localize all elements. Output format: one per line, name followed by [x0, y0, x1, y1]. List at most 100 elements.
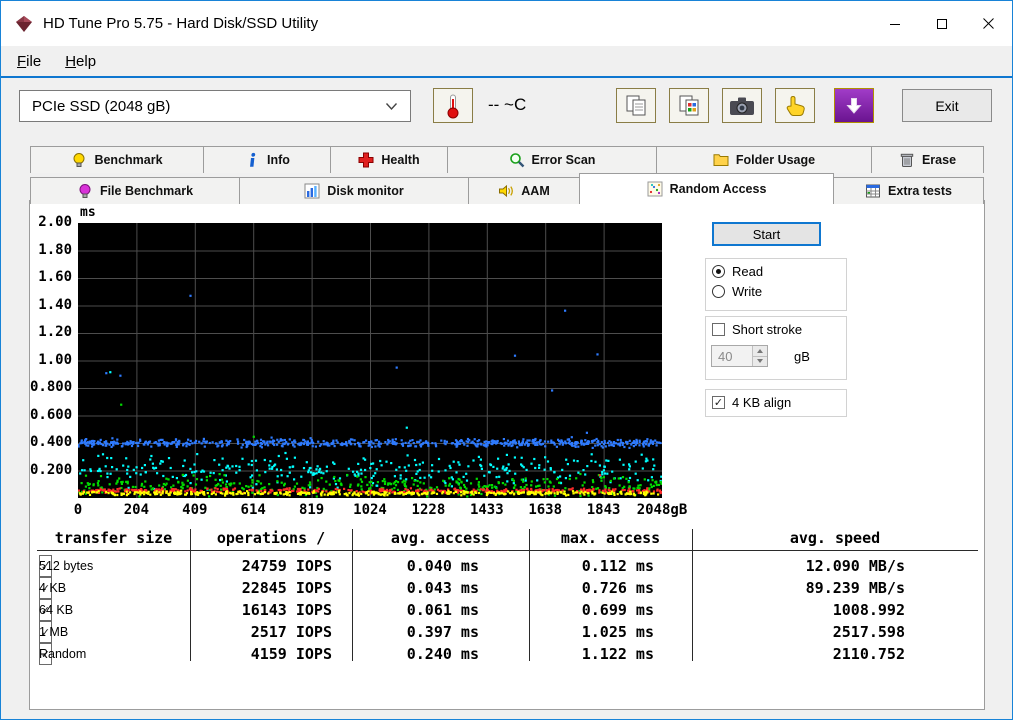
minimize-button[interactable] — [871, 1, 918, 46]
minimize-icon — [889, 18, 901, 30]
align-checkbox[interactable]: 4 KB align — [712, 395, 846, 410]
trash-icon — [899, 152, 915, 168]
x-tick-label: 2048gB — [627, 502, 697, 518]
stroke-size-up-button[interactable] — [753, 346, 767, 356]
row-head: 64 KB — [37, 599, 190, 621]
menu-file[interactable]: File — [5, 50, 53, 73]
menu-help[interactable]: Help — [53, 50, 108, 73]
tab-random-access[interactable]: Random Access — [579, 173, 834, 204]
bar-chart-icon — [304, 183, 320, 199]
maximize-button[interactable] — [918, 1, 965, 46]
tab-label: Extra tests — [888, 184, 952, 198]
iops-value: 2517 IOPS — [190, 621, 352, 643]
drive-select-value: PCIe SSD (2048 gB) — [32, 98, 170, 115]
tab-label: Random Access — [670, 182, 767, 196]
iops-value: 24759 IOPS — [190, 555, 352, 577]
hand-icon — [783, 94, 807, 118]
y-tick-label: 2.00 — [30, 214, 72, 230]
tab-info[interactable]: Info — [203, 146, 331, 173]
avg-speed-value: 12.090 MB/s — [692, 555, 978, 577]
magnifier-icon — [509, 152, 525, 168]
y-tick-label: 1.40 — [30, 297, 72, 313]
col-header-avg-speed: avg. speed — [692, 529, 978, 551]
iops-value: 4159 IOPS — [190, 643, 352, 665]
tab-erase[interactable]: Erase — [871, 146, 984, 173]
tab-extra-tests[interactable]: Extra tests — [833, 177, 984, 204]
save-results-button[interactable] — [834, 88, 874, 123]
avg-access-value: 0.397 ms — [352, 621, 529, 643]
stroke-size-input[interactable]: 40 — [711, 345, 768, 367]
donate-button[interactable] — [775, 88, 815, 123]
tab-disk-monitor[interactable]: Disk monitor — [239, 177, 469, 204]
align-label: 4 KB align — [732, 395, 791, 410]
grid-icon — [865, 183, 881, 199]
stroke-size-down-button[interactable] — [753, 356, 767, 367]
screenshot-button[interactable] — [722, 88, 762, 123]
tab-label: Health — [381, 153, 419, 167]
stroke-size-spinner — [752, 346, 767, 366]
health-cross-icon — [358, 152, 374, 168]
radio-dot-read — [712, 265, 725, 278]
close-button[interactable] — [965, 1, 1012, 46]
y-axis-unit: ms — [80, 205, 96, 220]
tab-folder-usage[interactable]: Folder Usage — [656, 146, 872, 173]
app-diamond-icon — [15, 15, 33, 33]
download-arrow-icon — [844, 96, 864, 116]
read-radio[interactable]: Read — [712, 264, 846, 279]
short-stroke-label: Short stroke — [732, 322, 802, 337]
series-label: 4 KB — [39, 577, 66, 599]
info-icon — [244, 152, 260, 168]
tab-aam[interactable]: AAM — [468, 177, 580, 204]
access-time-chart — [78, 223, 662, 498]
align-group: 4 KB align — [705, 389, 847, 417]
exit-button[interactable]: Exit — [902, 89, 992, 122]
series-label: 64 KB — [39, 599, 73, 621]
close-icon — [982, 17, 995, 30]
copy-image-icon — [677, 94, 701, 118]
app-window: HD Tune Pro 5.75 - Hard Disk/SSD Utility… — [0, 0, 1013, 720]
avg-speed-value: 2517.598 — [692, 621, 978, 643]
drive-select[interactable]: PCIe SSD (2048 gB) — [19, 90, 411, 122]
avg-access-value: 0.043 ms — [352, 577, 529, 599]
copy-icon — [624, 94, 648, 118]
tab-row-1: Benchmark Info Health Error Scan Folder … — [30, 146, 984, 173]
read-radio-label: Read — [732, 264, 763, 279]
tab-label: Erase — [922, 153, 956, 167]
temperature-button[interactable] — [433, 88, 473, 123]
row-head: Random — [37, 643, 190, 665]
chevron-down-icon — [385, 102, 398, 111]
tab-benchmark[interactable]: Benchmark — [30, 146, 204, 173]
copy-image-button[interactable] — [669, 88, 709, 123]
y-tick-label: 1.20 — [30, 324, 72, 340]
mode-group: Read Write — [705, 258, 847, 311]
radio-dot-write — [712, 285, 725, 298]
bulb-magenta-icon — [77, 183, 93, 199]
tab-error-scan[interactable]: Error Scan — [447, 146, 657, 173]
short-stroke-checkbox[interactable]: Short stroke — [712, 322, 846, 337]
iops-value: 16143 IOPS — [190, 599, 352, 621]
table-row: 4 KB 22845 IOPS 0.043 ms 0.726 ms 89.239… — [37, 577, 978, 599]
avg-access-value: 0.061 ms — [352, 599, 529, 621]
stroke-size-row: 40 gB — [711, 345, 846, 367]
write-radio[interactable]: Write — [712, 284, 846, 299]
results-table: transfer size operations / avg. access m… — [37, 529, 978, 665]
max-access-value: 1.122 ms — [529, 643, 692, 665]
series-label: 1 MB — [39, 621, 68, 643]
speaker-icon — [498, 183, 514, 199]
start-button[interactable]: Start — [712, 222, 821, 246]
spinner-up-icon — [757, 349, 763, 353]
tab-row-2: File Benchmark Disk monitor AAM Random A… — [30, 173, 984, 204]
table-row: Random 4159 IOPS 0.240 ms 1.122 ms 2110.… — [37, 643, 978, 665]
tab-label: Info — [267, 153, 290, 167]
col-header-transfer-size: transfer size — [37, 529, 190, 551]
tab-health[interactable]: Health — [330, 146, 448, 173]
tab-label: Benchmark — [94, 153, 162, 167]
copy-text-button[interactable] — [616, 88, 656, 123]
folder-icon — [713, 152, 729, 168]
camera-icon — [729, 96, 755, 116]
toolbar: PCIe SSD (2048 gB) -- ~C — [1, 78, 1012, 135]
series-label: Random — [39, 643, 86, 665]
short-stroke-checkbox-box — [712, 323, 725, 336]
row-head: 4 KB — [37, 577, 190, 599]
tab-file-benchmark[interactable]: File Benchmark — [30, 177, 240, 204]
